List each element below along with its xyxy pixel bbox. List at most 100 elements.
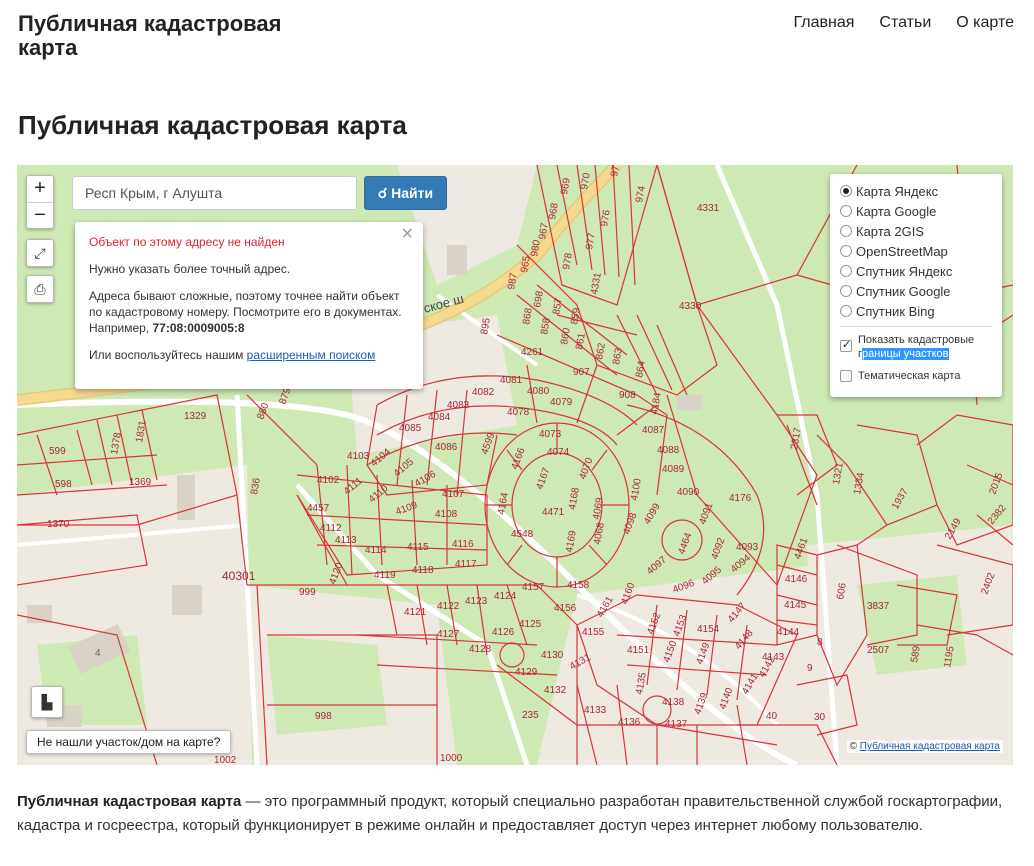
map-label: 4331 [697, 203, 720, 214]
nav-item-home[interactable]: Главная [794, 14, 855, 32]
map-label: 4116 [452, 539, 474, 550]
radio-icon[interactable] [840, 205, 852, 217]
map-label: 4154 [697, 624, 720, 635]
not-found-on-map-button[interactable]: Не нашли участок/дом на карте? [26, 730, 232, 754]
close-icon[interactable]: × [401, 224, 413, 244]
map-label: 998 [315, 711, 332, 722]
map-label: 4151 [627, 645, 650, 656]
map-label: 4119 [374, 570, 396, 581]
layer-option[interactable]: Спутник Яндекс [840, 261, 992, 281]
map-label: 9 [807, 663, 813, 674]
layer-option-label: OpenStreetMap [856, 243, 948, 259]
description-bold: Публичная кадастровая карта [17, 793, 242, 810]
map-label: 4125 [519, 619, 542, 630]
checkbox-icon[interactable] [840, 338, 852, 352]
map-label: 1369 [129, 477, 152, 488]
show-borders-label-line1: Показать кадастровые [858, 334, 975, 346]
radio-icon[interactable] [840, 285, 852, 297]
map-label: 4094 [729, 552, 753, 575]
show-borders-toggle[interactable]: Показать кадастровые границы участков [840, 333, 992, 361]
layer-option[interactable]: Карта Яндекс [840, 181, 992, 201]
nav-item-articles[interactable]: Статьи [879, 14, 931, 32]
map-label: 4331 [589, 271, 604, 295]
map-label: 969 [559, 177, 573, 196]
map-label: 861 [574, 332, 588, 351]
zoom-out-button[interactable]: − [27, 202, 53, 228]
map-label: 4111 [342, 475, 365, 497]
attribution-link[interactable]: Публичная кадастровая карта [860, 741, 1000, 752]
popup-advanced-text: Или воспользуйтесь нашим [89, 348, 244, 362]
layer-option[interactable]: Спутник Google [840, 281, 992, 301]
map-label: 2382 [986, 502, 1009, 526]
map-label: 4471 [542, 507, 565, 518]
map-label: 4092 [709, 536, 727, 561]
map-label: 4098 [621, 511, 639, 536]
map-label: 4143 [762, 652, 785, 663]
map-label: 836 [249, 477, 263, 496]
map-label: 2507 [867, 645, 890, 656]
map-label: 4078 [507, 407, 530, 418]
map-label: 4114 [365, 545, 387, 556]
search-button[interactable]: ☌ Найти [364, 176, 447, 210]
layer-option[interactable]: Карта 2GIS [840, 221, 992, 241]
map-label: 1831 [134, 419, 149, 443]
fullscreen-button[interactable]: ⤢ [26, 239, 54, 267]
map-label: 4106 [413, 469, 438, 490]
map-label: 4129 [515, 667, 538, 678]
error-message: Объект по этому адресу не найден [89, 235, 285, 249]
map-label: 4109 [394, 500, 419, 518]
map-label: 4100 [629, 477, 644, 501]
map-label: 2317 [789, 426, 804, 450]
radio-icon[interactable] [840, 305, 852, 317]
nav-item-about[interactable]: О карте [956, 14, 1014, 32]
layer-option-label: Спутник Bing [856, 303, 935, 319]
ruler-icon: ▙ [41, 694, 53, 710]
search-icon: ☌ [377, 185, 388, 201]
map-label: 4167 [534, 466, 552, 491]
layer-option[interactable]: Спутник Bing [840, 301, 992, 321]
radio-icon[interactable] [840, 245, 852, 257]
cadastral-map[interactable]: 969 970 971 974 968 976 967 977 980 978 … [17, 165, 1013, 765]
layer-option-label: Карта Яндекс [856, 183, 939, 199]
map-label: 4102 [317, 475, 340, 486]
map-attribution: © Публичная кадастровая карта [846, 740, 1003, 753]
map-label: 599 [49, 446, 66, 457]
map-label: 4097 [645, 554, 669, 577]
layer-option[interactable]: Карта Google [840, 201, 992, 221]
address-search-input[interactable] [72, 176, 357, 210]
thematic-map-label: Тематическая карта [858, 370, 961, 382]
map-label: 4176 [729, 493, 752, 504]
zoom-in-button[interactable]: + [27, 176, 53, 202]
radio-icon[interactable] [840, 225, 852, 237]
advanced-search-link[interactable]: расширенным поиском [247, 348, 376, 362]
map-label: 598 [55, 479, 72, 490]
site-title[interactable]: Публичная кадастровая карта [18, 12, 318, 60]
map-label: 4261 [521, 347, 544, 358]
checkbox-icon[interactable] [840, 370, 852, 382]
map-label: 4128 [469, 644, 492, 655]
map-label: 4157 [522, 582, 545, 593]
map-label: 4124 [494, 591, 517, 602]
map-label: 4081 [500, 375, 523, 386]
map-label: 965 [519, 255, 533, 274]
map-label: 971 [609, 165, 623, 178]
ruler-button[interactable]: ▙ [31, 686, 63, 718]
map-label: 999 [299, 587, 316, 598]
radio-icon[interactable] [840, 265, 852, 277]
map-label: 987 [506, 272, 520, 291]
map-label: 1002 [214, 755, 237, 765]
map-label: 4108 [435, 509, 458, 520]
map-label: 4158 [567, 580, 590, 591]
map-label: 4082 [472, 387, 495, 398]
thematic-map-toggle[interactable]: Тематическая карта [840, 369, 992, 383]
layer-option[interactable]: OpenStreetMap [840, 241, 992, 261]
copyright-sign: © [849, 741, 857, 752]
map-label: 4069 [591, 496, 606, 520]
map-label: 4073 [539, 429, 562, 440]
print-button[interactable]: ⎙ [26, 275, 54, 303]
radio-icon[interactable] [840, 185, 852, 197]
map-label: 4136 [618, 717, 641, 728]
expand-icon: ⤢ [34, 245, 46, 261]
map-label: 4133 [584, 705, 607, 716]
layer-switcher: Карта Яндекс Карта Google Карта 2GIS Ope… [830, 174, 1002, 397]
